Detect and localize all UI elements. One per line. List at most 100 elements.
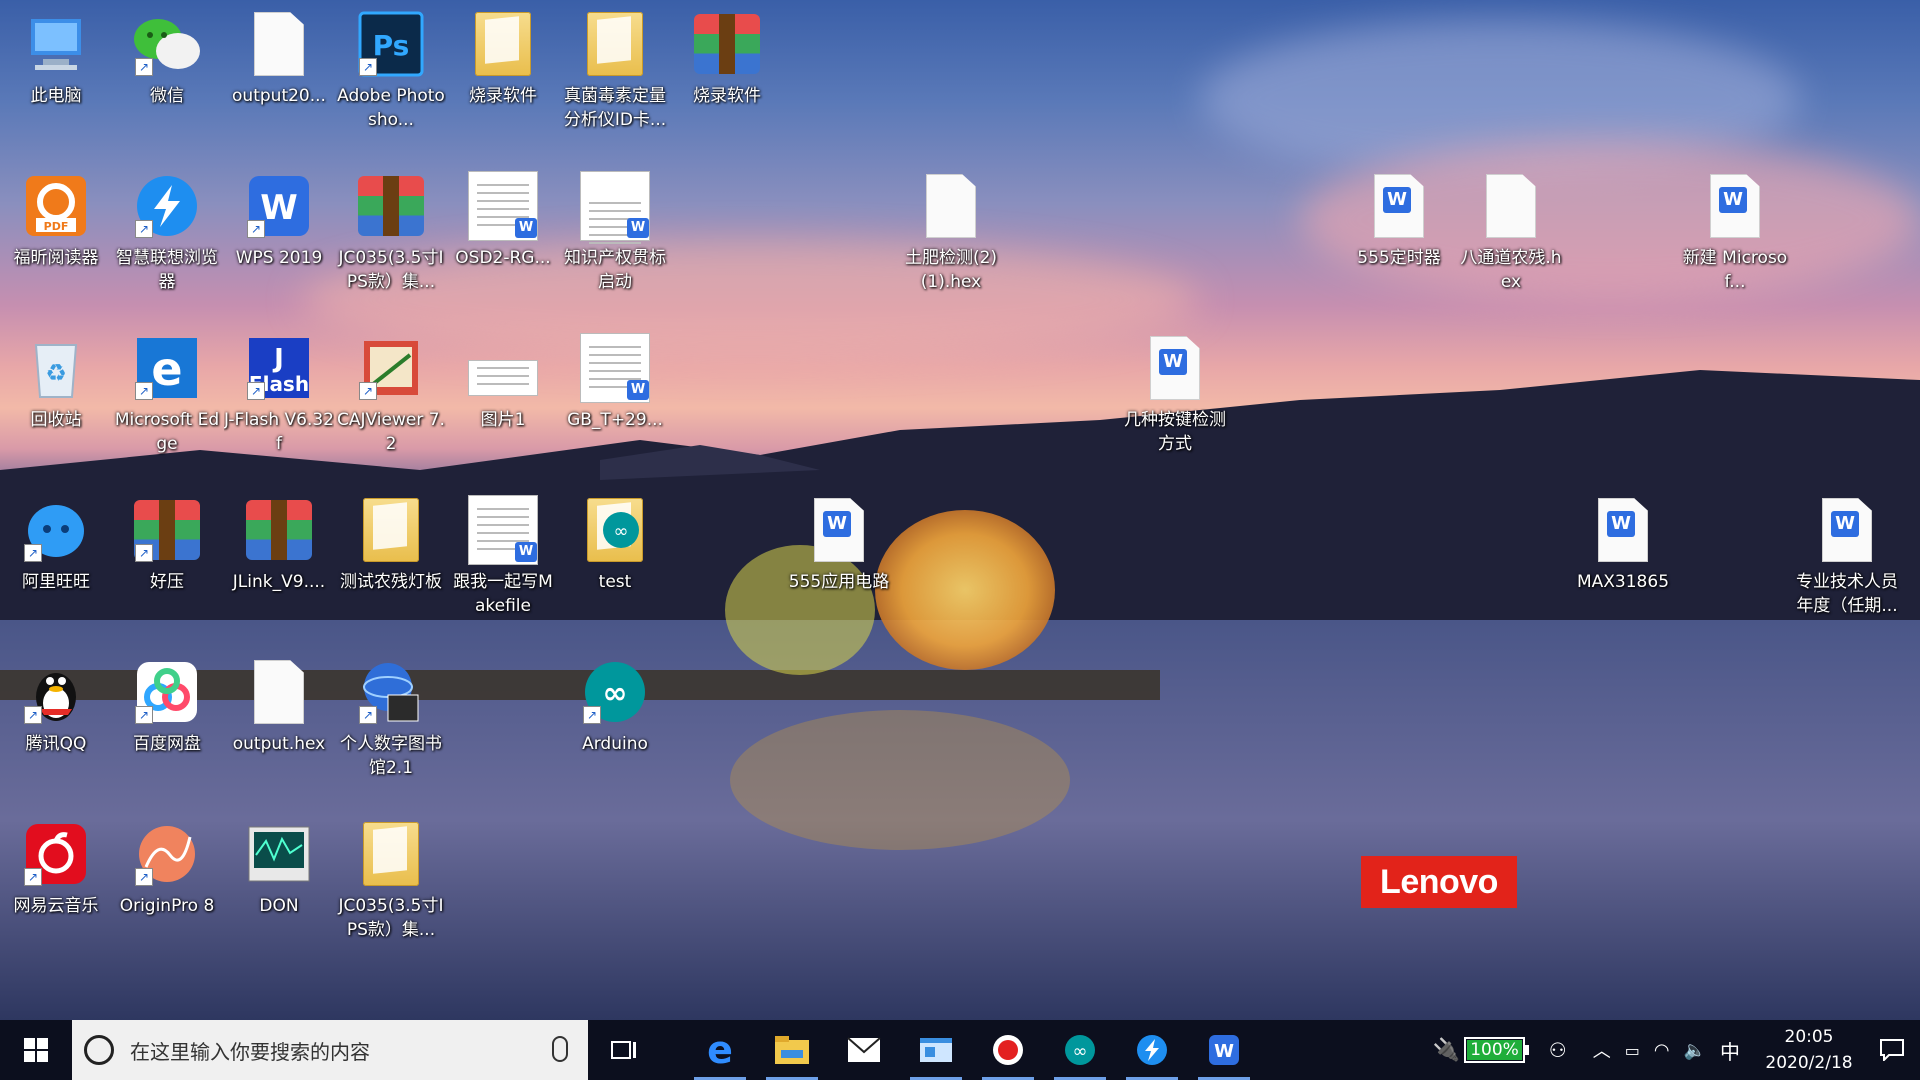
oscilloscope-icon xyxy=(243,818,315,890)
desktop-icon-key-detection-doc[interactable]: W 几种按键检测方式 xyxy=(1120,332,1230,456)
baidu-netdisk-icon: ↗ xyxy=(131,656,203,728)
desktop-icon-label: 跟我一起写Makefile xyxy=(453,572,553,616)
desktop-icon-qq[interactable]: ↗ 腾讯QQ xyxy=(1,656,111,756)
desktop-icon-digital-library[interactable]: ↗ 个人数字图书馆2.1 xyxy=(336,656,446,780)
microphone-icon[interactable] xyxy=(552,1036,568,1062)
task-view-button[interactable] xyxy=(588,1020,660,1080)
desktop-icon-haozip[interactable]: ↗ 好压 xyxy=(112,494,222,594)
battery-indicator[interactable]: 100% xyxy=(1464,1037,1529,1063)
desktop-icon-label: CAJViewer 7.2 xyxy=(337,410,445,454)
taskbar-wps[interactable]: W xyxy=(1188,1020,1260,1080)
desktop-icon-label: 新建 Microsof... xyxy=(1682,248,1788,292)
desktop-icon-output-file[interactable]: output20... xyxy=(224,8,334,108)
volume-icon[interactable]: 🔈 xyxy=(1684,1040,1706,1061)
desktop-icon-test-folder[interactable]: ∞ test xyxy=(560,494,670,594)
desktop-icon-don[interactable]: DON xyxy=(224,818,334,918)
desktop-icon-microsoft-edge[interactable]: e ↗ Microsoft Edge xyxy=(112,332,222,456)
svg-text:Ps: Ps xyxy=(373,29,410,62)
word-document-icon: W xyxy=(803,494,875,566)
desktop-icon-label: DON xyxy=(259,896,299,916)
desktop-icon-label: 微信 xyxy=(150,86,184,106)
notification-icon xyxy=(1880,1039,1904,1061)
desktop-icon-label: 此电脑 xyxy=(30,86,82,106)
desktop-icon-555-timer-doc[interactable]: W 555定时器 xyxy=(1344,170,1454,270)
desktop-icon-gb-t-doc[interactable]: W GB_T+29... xyxy=(560,332,670,432)
desktop-icon-label: 八通道农残.hex xyxy=(1460,248,1562,292)
desktop-icon-new-word-doc[interactable]: W 新建 Microsof... xyxy=(1680,170,1790,294)
desktop-icon-burn-folder-1[interactable]: 烧录软件 xyxy=(448,8,558,108)
desktop-icon-lenovo-browser[interactable]: ↗ 智慧联想浏览器 xyxy=(112,170,222,294)
ime-indicator[interactable]: 中 xyxy=(1720,1036,1740,1065)
start-button[interactable] xyxy=(0,1020,72,1080)
desktop-icon-max31865-doc[interactable]: W MAX31865 xyxy=(1568,494,1678,594)
desktop-icon-wechat[interactable]: ↗ 微信 xyxy=(112,8,222,108)
desktop-icon-professional-annual-doc[interactable]: W 专业技术人员年度（任期... xyxy=(1792,494,1902,618)
desktop-icon-jlink-archive[interactable]: JLink_V9.... xyxy=(224,494,334,594)
desktop-icon-label: 土肥检测(2)(1).hex xyxy=(904,248,998,292)
desktop-icon-recycle-bin[interactable]: ♻ 回收站 xyxy=(1,332,111,432)
desktop-icon-picture1[interactable]: 图片1 xyxy=(448,332,558,432)
action-center-button[interactable] xyxy=(1864,1020,1920,1080)
taskbar-arduino[interactable]: ∞ xyxy=(1044,1020,1116,1080)
desktop-icon-8ch-pesticide-hex[interactable]: 八通道农残.hex xyxy=(1456,170,1566,294)
archive-icon xyxy=(355,170,427,242)
desktop-icon-soil-hex[interactable]: 土肥检测(2)(1).hex xyxy=(896,170,1006,294)
archive-icon: ↗ xyxy=(131,494,203,566)
task-view-icon xyxy=(611,1041,636,1059)
lenovo-browser-icon xyxy=(1137,1035,1167,1065)
arduino-icon: ∞ ↗ xyxy=(579,656,651,728)
taskbar-screen-recorder[interactable] xyxy=(972,1020,1044,1080)
desktop-icon-jc035-folder[interactable]: JC035(3.5寸IPS款）集... xyxy=(336,818,446,942)
aliwangwang-icon: ↗ xyxy=(20,494,92,566)
taskbar-lenovo-browser[interactable] xyxy=(1116,1020,1188,1080)
image-thumbnail-icon xyxy=(467,332,539,404)
power-plug-icon[interactable]: 🔌 xyxy=(1433,1038,1460,1063)
desktop-icon-label: 专业技术人员年度（任期... xyxy=(1796,572,1898,616)
desktop-icon-foxit-reader[interactable]: PDF 福昕阅读器 xyxy=(1,170,111,270)
desktop-icon-label: output.hex xyxy=(232,734,326,754)
document-thumbnail-icon: W xyxy=(579,332,651,404)
desktop-icon-555-circuit-doc[interactable]: W 555应用电路 xyxy=(784,494,894,594)
desktop-icon-osd2-doc[interactable]: W OSD2-RG... xyxy=(448,170,558,270)
clock[interactable]: 20:05 2020/2/18 xyxy=(1754,1024,1864,1076)
desktop-icon-output-hex[interactable]: output.hex xyxy=(224,656,334,756)
search-placeholder: 在这里输入你要搜索的内容 xyxy=(130,1039,370,1064)
wifi-icon[interactable]: ◠ xyxy=(1654,1040,1670,1061)
desktop-icon-makefile-doc[interactable]: W 跟我一起写Makefile xyxy=(448,494,558,618)
svg-text:PDF: PDF xyxy=(44,220,69,233)
desktop-icon-netease-music[interactable]: ↗ 网易云音乐 xyxy=(1,818,111,918)
desktop-icon-aliwangwang[interactable]: ↗ 阿里旺旺 xyxy=(1,494,111,594)
taskbar-search-box[interactable]: 在这里输入你要搜索的内容 xyxy=(72,1020,588,1080)
chevron-up-icon[interactable]: ︿ xyxy=(1593,1037,1611,1063)
people-icon[interactable]: ⚇ xyxy=(1549,1038,1567,1062)
desktop-icon-label: Adobe Photosho... xyxy=(337,86,445,130)
battery-percent: 100% xyxy=(1467,1040,1522,1060)
desktop-icon-photoshop[interactable]: Ps ↗ Adobe Photosho... xyxy=(336,8,446,132)
desktop-icon-label: JC035(3.5寸IPS款）集... xyxy=(338,896,444,940)
desktop-icon-mycotoxin-folder[interactable]: 真菌毒素定量分析仪ID卡... xyxy=(560,8,670,132)
document-thumbnail-icon: W xyxy=(467,170,539,242)
folder-icon xyxy=(467,8,539,80)
battery-icon[interactable]: ▭ xyxy=(1625,1041,1640,1060)
taskbar-app-window[interactable] xyxy=(900,1020,972,1080)
word-document-icon: W xyxy=(1699,170,1771,242)
desktop-icon-this-pc[interactable]: 此电脑 xyxy=(1,8,111,108)
desktop-icon-cajviewer[interactable]: ↗ CAJViewer 7.2 xyxy=(336,332,446,456)
desktop-icon-pesticide-board-folder[interactable]: 测试农残灯板 xyxy=(336,494,446,594)
clock-date: 2020/2/18 xyxy=(1765,1053,1853,1073)
desktop-icon-baidu-netdisk[interactable]: ↗ 百度网盘 xyxy=(112,656,222,756)
desktop-icon-burn-archive[interactable]: 烧录软件 xyxy=(672,8,782,108)
desktop-icon-wps[interactable]: W ↗ WPS 2019 xyxy=(224,170,334,270)
record-icon xyxy=(993,1035,1023,1065)
taskbar-file-explorer[interactable] xyxy=(756,1020,828,1080)
desktop-icon-arduino[interactable]: ∞ ↗ Arduino xyxy=(560,656,670,756)
desktop-icon-originpro[interactable]: ↗ OriginPro 8 xyxy=(112,818,222,918)
desktop-icon-jflash[interactable]: J Flash ↗ J-Flash V6.32f xyxy=(224,332,334,456)
edge-icon: e ↗ xyxy=(131,332,203,404)
taskbar-mail[interactable] xyxy=(828,1020,900,1080)
desktop-icon-jc035-archive[interactable]: JC035(3.5寸IPS款）集... xyxy=(336,170,446,294)
taskbar-edge[interactable]: e xyxy=(684,1020,756,1080)
arduino-icon: ∞ xyxy=(1065,1035,1095,1065)
desktop-icon-ip-standard-doc[interactable]: W 知识产权贯标启动 xyxy=(560,170,670,294)
document-thumbnail-icon: W xyxy=(467,494,539,566)
